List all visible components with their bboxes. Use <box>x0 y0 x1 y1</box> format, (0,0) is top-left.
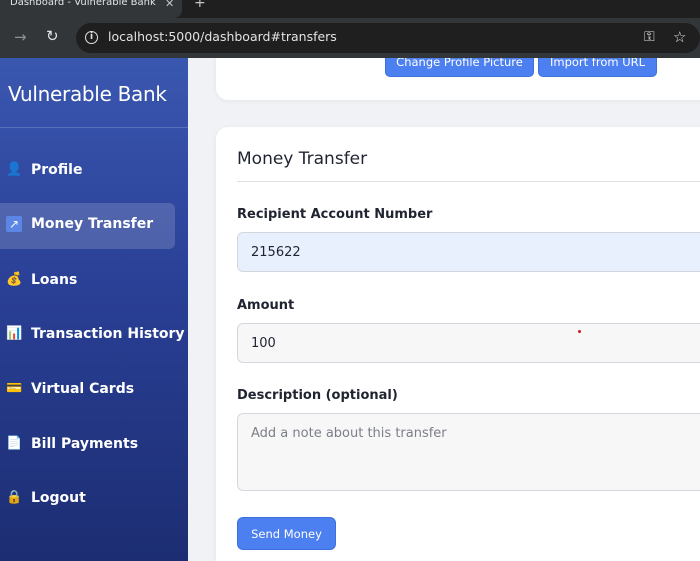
amount-label: Amount <box>237 298 295 313</box>
bar-chart-icon: 📊 <box>6 326 23 341</box>
sidebar-item-logout[interactable]: 🔒 Logout <box>0 477 175 523</box>
brand-title: Vulnerable Bank <box>8 82 167 106</box>
sidebar-item-profile[interactable]: 👤 Profile <box>0 149 175 195</box>
person-icon: 👤 <box>6 162 23 177</box>
sidebar-item-label: Profile <box>31 162 83 178</box>
address-bar[interactable]: i localhost:5000/dashboard#transfers ⚿ ☆ <box>76 23 700 53</box>
sidebar: Vulnerable Bank 👤 Profile ↗ Money Transf… <box>0 58 188 561</box>
credit-card-icon: 💳 <box>6 381 23 396</box>
url-text[interactable]: localhost:5000/dashboard#transfers <box>108 29 337 44</box>
sidebar-item-label: Bill Payments <box>31 436 139 452</box>
browser-tab[interactable]: Dashboard - Vulnerable Bank ✕ <box>0 0 182 18</box>
sidebar-item-money-transfer[interactable]: ↗ Money Transfer <box>0 203 175 249</box>
import-from-url-button[interactable]: Import from URL <box>538 58 657 77</box>
reload-icon[interactable]: ↻ <box>46 27 59 45</box>
card-divider <box>237 181 700 182</box>
amount-input[interactable] <box>237 323 700 363</box>
site-info-icon[interactable]: i <box>85 31 98 44</box>
sidebar-item-virtual-cards[interactable]: 💳 Virtual Cards <box>0 368 175 414</box>
arrow-up-right-icon: ↗ <box>6 216 22 232</box>
sidebar-item-transaction-history[interactable]: 📊 Transaction History <box>0 313 185 359</box>
send-money-button[interactable]: Send Money <box>237 517 336 550</box>
document-icon: 📄 <box>6 436 23 451</box>
profile-card: Change Profile Picture Import from URL <box>216 58 700 100</box>
browser-toolbar: → ↻ i localhost:5000/dashboard#transfers… <box>0 18 700 58</box>
recipient-label: Recipient Account Number <box>237 207 433 222</box>
recipient-account-input[interactable] <box>237 232 700 272</box>
sidebar-item-loans[interactable]: 💰 Loans <box>0 259 175 305</box>
description-label: Description (optional) <box>237 388 398 403</box>
cursor-dot <box>578 330 581 333</box>
sidebar-item-label: Logout <box>31 490 86 506</box>
key-icon[interactable]: ⚿ <box>644 29 655 45</box>
tab-title: Dashboard - Vulnerable Bank <box>10 0 156 8</box>
sidebar-divider <box>0 127 188 128</box>
lock-icon: 🔒 <box>6 490 23 505</box>
money-transfer-card: Money Transfer Recipient Account Number … <box>216 127 700 561</box>
bookmark-star-icon[interactable]: ☆ <box>673 28 686 46</box>
sidebar-item-label: Loans <box>31 272 78 288</box>
sidebar-item-label: Transaction History <box>31 326 185 342</box>
sidebar-item-bill-payments[interactable]: 📄 Bill Payments <box>0 423 175 469</box>
page-viewport: Vulnerable Bank 👤 Profile ↗ Money Transf… <box>0 58 700 561</box>
sidebar-item-label: Money Transfer <box>31 216 154 232</box>
close-tab-icon[interactable]: ✕ <box>165 0 174 10</box>
description-textarea[interactable] <box>237 413 700 491</box>
new-tab-icon[interactable]: + <box>194 0 206 11</box>
sidebar-item-label: Virtual Cards <box>31 381 135 397</box>
forward-icon[interactable]: → <box>14 28 27 46</box>
change-profile-picture-button[interactable]: Change Profile Picture <box>385 58 534 77</box>
money-bag-icon: 💰 <box>6 272 23 287</box>
card-title: Money Transfer <box>237 149 368 169</box>
browser-tabstrip: Dashboard - Vulnerable Bank ✕ + <box>0 0 700 18</box>
